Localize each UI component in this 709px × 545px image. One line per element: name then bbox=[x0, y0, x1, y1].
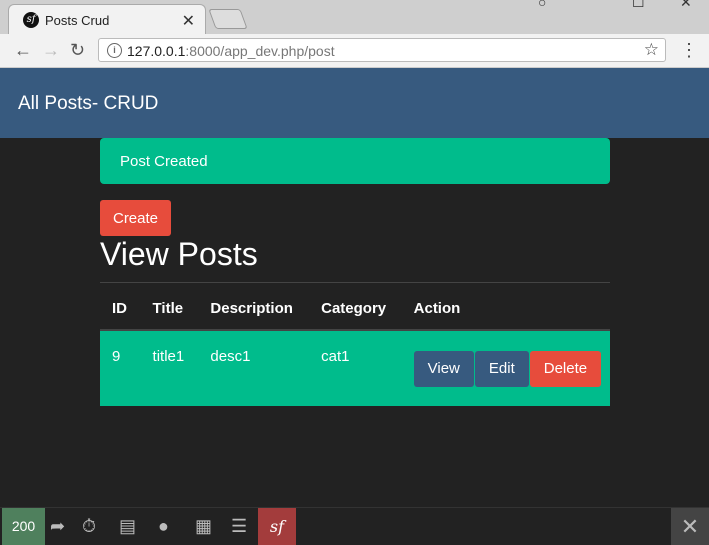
create-button[interactable]: Create bbox=[100, 200, 171, 236]
cell-actions: View Edit Delete bbox=[401, 330, 610, 406]
alert-text: Post Created bbox=[120, 153, 208, 170]
new-tab-button[interactable] bbox=[208, 9, 248, 29]
address-bar[interactable]: i 127.0.0.1:8000/app_dev.php/post ☆ bbox=[98, 38, 666, 62]
browser-toolbar: ← → ↻ i 127.0.0.1:8000/app_dev.php/post … bbox=[0, 34, 709, 68]
success-alert: Post Created bbox=[100, 138, 610, 184]
delete-button[interactable]: Delete bbox=[529, 350, 602, 387]
symfony-logo-icon[interactable]: sf bbox=[258, 508, 296, 545]
column-header-category: Category bbox=[309, 287, 402, 331]
page-title: View Posts bbox=[100, 236, 258, 272]
cell-description: desc1 bbox=[198, 330, 310, 406]
posts-table: ID Title Description Category Action 9 t… bbox=[100, 287, 610, 406]
timer-icon[interactable]: ⏱ bbox=[82, 516, 96, 537]
edit-button[interactable]: Edit bbox=[474, 350, 529, 387]
column-header-title: Title bbox=[140, 287, 199, 331]
debug-toolbar: 200 ➦ ⏱ ▤ ● ▦ ☰ sf ✕ bbox=[0, 507, 709, 545]
window-close-icon[interactable]: ✕ bbox=[680, 0, 692, 11]
template-icon[interactable]: ▦ bbox=[195, 516, 212, 537]
status-code-badge[interactable]: 200 bbox=[2, 508, 45, 545]
browser-tab[interactable]: sf Posts Crud ✕ bbox=[8, 4, 206, 34]
user-icon[interactable]: ● bbox=[158, 516, 169, 537]
navbar-brand[interactable]: All Posts- CRUD bbox=[18, 93, 158, 115]
info-icon[interactable]: i bbox=[107, 43, 122, 58]
back-icon[interactable]: ← bbox=[14, 40, 32, 61]
navbar: All Posts- CRUD bbox=[0, 68, 709, 138]
close-icon[interactable]: ✕ bbox=[671, 508, 709, 545]
memory-icon[interactable]: ▤ bbox=[119, 516, 136, 537]
divider bbox=[100, 282, 610, 283]
table-header-row: ID Title Description Category Action bbox=[100, 287, 610, 331]
table-row: 9 title1 desc1 cat1 View Edit Delete bbox=[100, 330, 610, 406]
bookmark-star-icon[interactable]: ☆ bbox=[644, 40, 659, 60]
symfony-favicon-icon: sf bbox=[23, 12, 39, 28]
forward-icon[interactable]: → bbox=[42, 40, 60, 61]
tab-close-icon[interactable]: ✕ bbox=[182, 11, 195, 31]
minimize-icon[interactable]: ○ bbox=[538, 0, 546, 10]
column-header-action: Action bbox=[401, 287, 610, 331]
cell-title: title1 bbox=[140, 330, 199, 406]
reload-icon[interactable]: ↻ bbox=[70, 40, 85, 61]
column-header-id: ID bbox=[100, 287, 141, 331]
maximize-icon[interactable]: ☐ bbox=[632, 0, 645, 11]
view-button[interactable]: View bbox=[413, 350, 474, 387]
tab-title: Posts Crud bbox=[45, 13, 110, 28]
column-header-description: Description bbox=[198, 287, 310, 331]
menu-icon[interactable]: ⋮ bbox=[680, 40, 698, 61]
cell-category: cat1 bbox=[309, 330, 402, 406]
url-text[interactable]: 127.0.0.1:8000/app_dev.php/post bbox=[127, 43, 335, 59]
browser-tabstrip: sf Posts Crud ✕ ○ ☐ ✕ bbox=[0, 0, 709, 34]
ajax-icon[interactable]: ➦ bbox=[50, 516, 65, 537]
cell-id: 9 bbox=[100, 330, 141, 406]
database-icon[interactable]: ☰ bbox=[231, 516, 247, 537]
